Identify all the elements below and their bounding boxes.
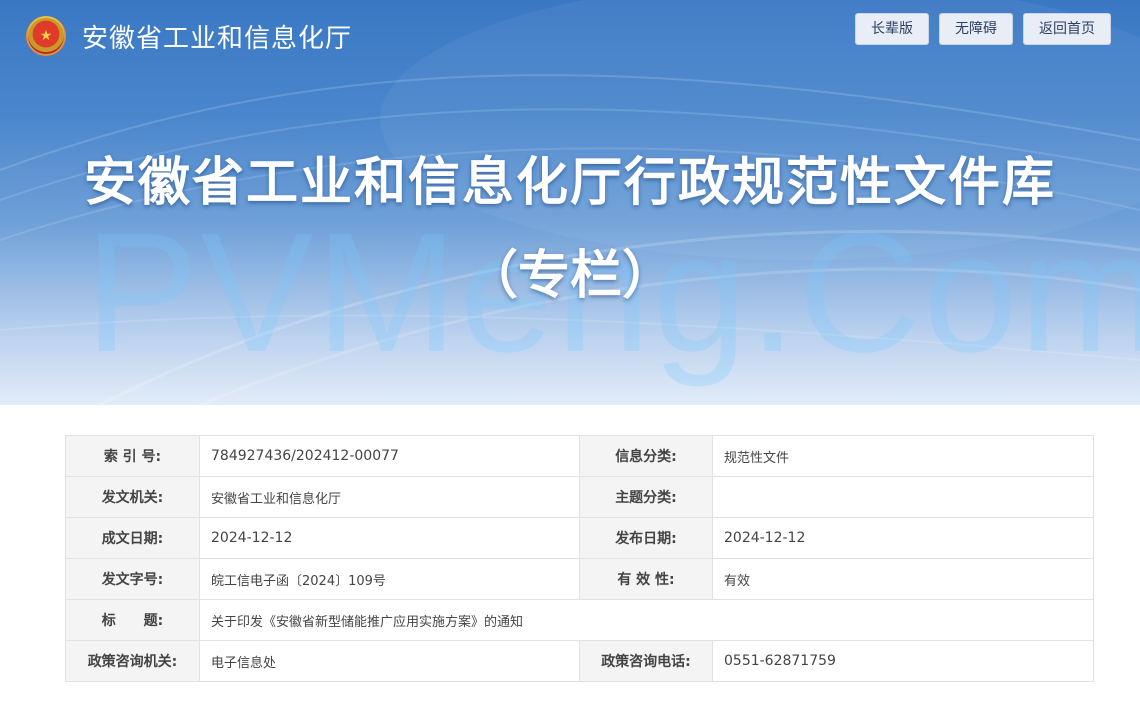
table-row: 政策咨询机关: 电子信息处 政策咨询电话: 0551-62871759 <box>65 640 1094 682</box>
site-logo[interactable]: ★ 安徽省工业和信息化厅 <box>26 16 352 56</box>
policy-contact-phone-value: 0551-62871759 <box>712 640 1094 682</box>
written-date-label: 成文日期: <box>65 517 200 559</box>
document-number-label: 发文字号: <box>65 558 200 600</box>
index-number-label: 索 引 号: <box>65 435 200 477</box>
document-number-value: 皖工信电子函〔2024〕109号 <box>199 558 580 600</box>
title-value: 关于印发《安徽省新型储能推广应用实施方案》的通知 <box>199 599 1094 641</box>
content-panel: 索 引 号: 784927436/202412-00077 信息分类: 规范性文… <box>18 405 1140 705</box>
header-banner: PVMeng.Com ★ 安徽省工业和信息化厅 长辈版 无障碍 返回首页 安徽省… <box>0 0 1140 405</box>
home-button[interactable]: 返回首页 <box>1023 13 1111 45</box>
policy-contact-agency-value: 电子信息处 <box>199 640 580 682</box>
table-row: 成文日期: 2024-12-12 发布日期: 2024-12-12 <box>65 517 1094 559</box>
validity-label: 有 效 性: <box>579 558 713 600</box>
table-row: 发文机关: 安徽省工业和信息化厅 主题分类: <box>65 476 1094 518</box>
top-button-group: 长辈版 无障碍 返回首页 <box>855 13 1111 45</box>
page-subtitle: （专栏） <box>465 246 674 306</box>
publish-date-value: 2024-12-12 <box>712 517 1094 559</box>
page-title: 安徽省工业和信息化厅行政规范性文件库 <box>83 153 1056 213</box>
info-category-value: 规范性文件 <box>712 435 1094 477</box>
national-emblem-icon: ★ <box>26 16 66 56</box>
validity-value: 有效 <box>712 558 1094 600</box>
accessibility-button[interactable]: 无障碍 <box>939 13 1013 45</box>
document-info-table: 索 引 号: 784927436/202412-00077 信息分类: 规范性文… <box>65 435 1094 682</box>
topic-category-value <box>712 476 1094 518</box>
table-row: 标 题: 关于印发《安徽省新型储能推广应用实施方案》的通知 <box>65 599 1094 641</box>
topic-category-label: 主题分类: <box>579 476 713 518</box>
elder-version-button[interactable]: 长辈版 <box>855 13 929 45</box>
table-row: 发文字号: 皖工信电子函〔2024〕109号 有 效 性: 有效 <box>65 558 1094 600</box>
info-category-label: 信息分类: <box>579 435 713 477</box>
title-label: 标 题: <box>65 599 200 641</box>
table-row: 索 引 号: 784927436/202412-00077 信息分类: 规范性文… <box>65 435 1094 477</box>
issuing-agency-value: 安徽省工业和信息化厅 <box>199 476 580 518</box>
policy-contact-agency-label: 政策咨询机关: <box>65 640 200 682</box>
publish-date-label: 发布日期: <box>579 517 713 559</box>
policy-contact-phone-label: 政策咨询电话: <box>579 640 713 682</box>
written-date-value: 2024-12-12 <box>199 517 580 559</box>
site-name: 安徽省工业和信息化厅 <box>82 23 353 54</box>
index-number-value: 784927436/202412-00077 <box>199 435 580 477</box>
issuing-agency-label: 发文机关: <box>65 476 200 518</box>
